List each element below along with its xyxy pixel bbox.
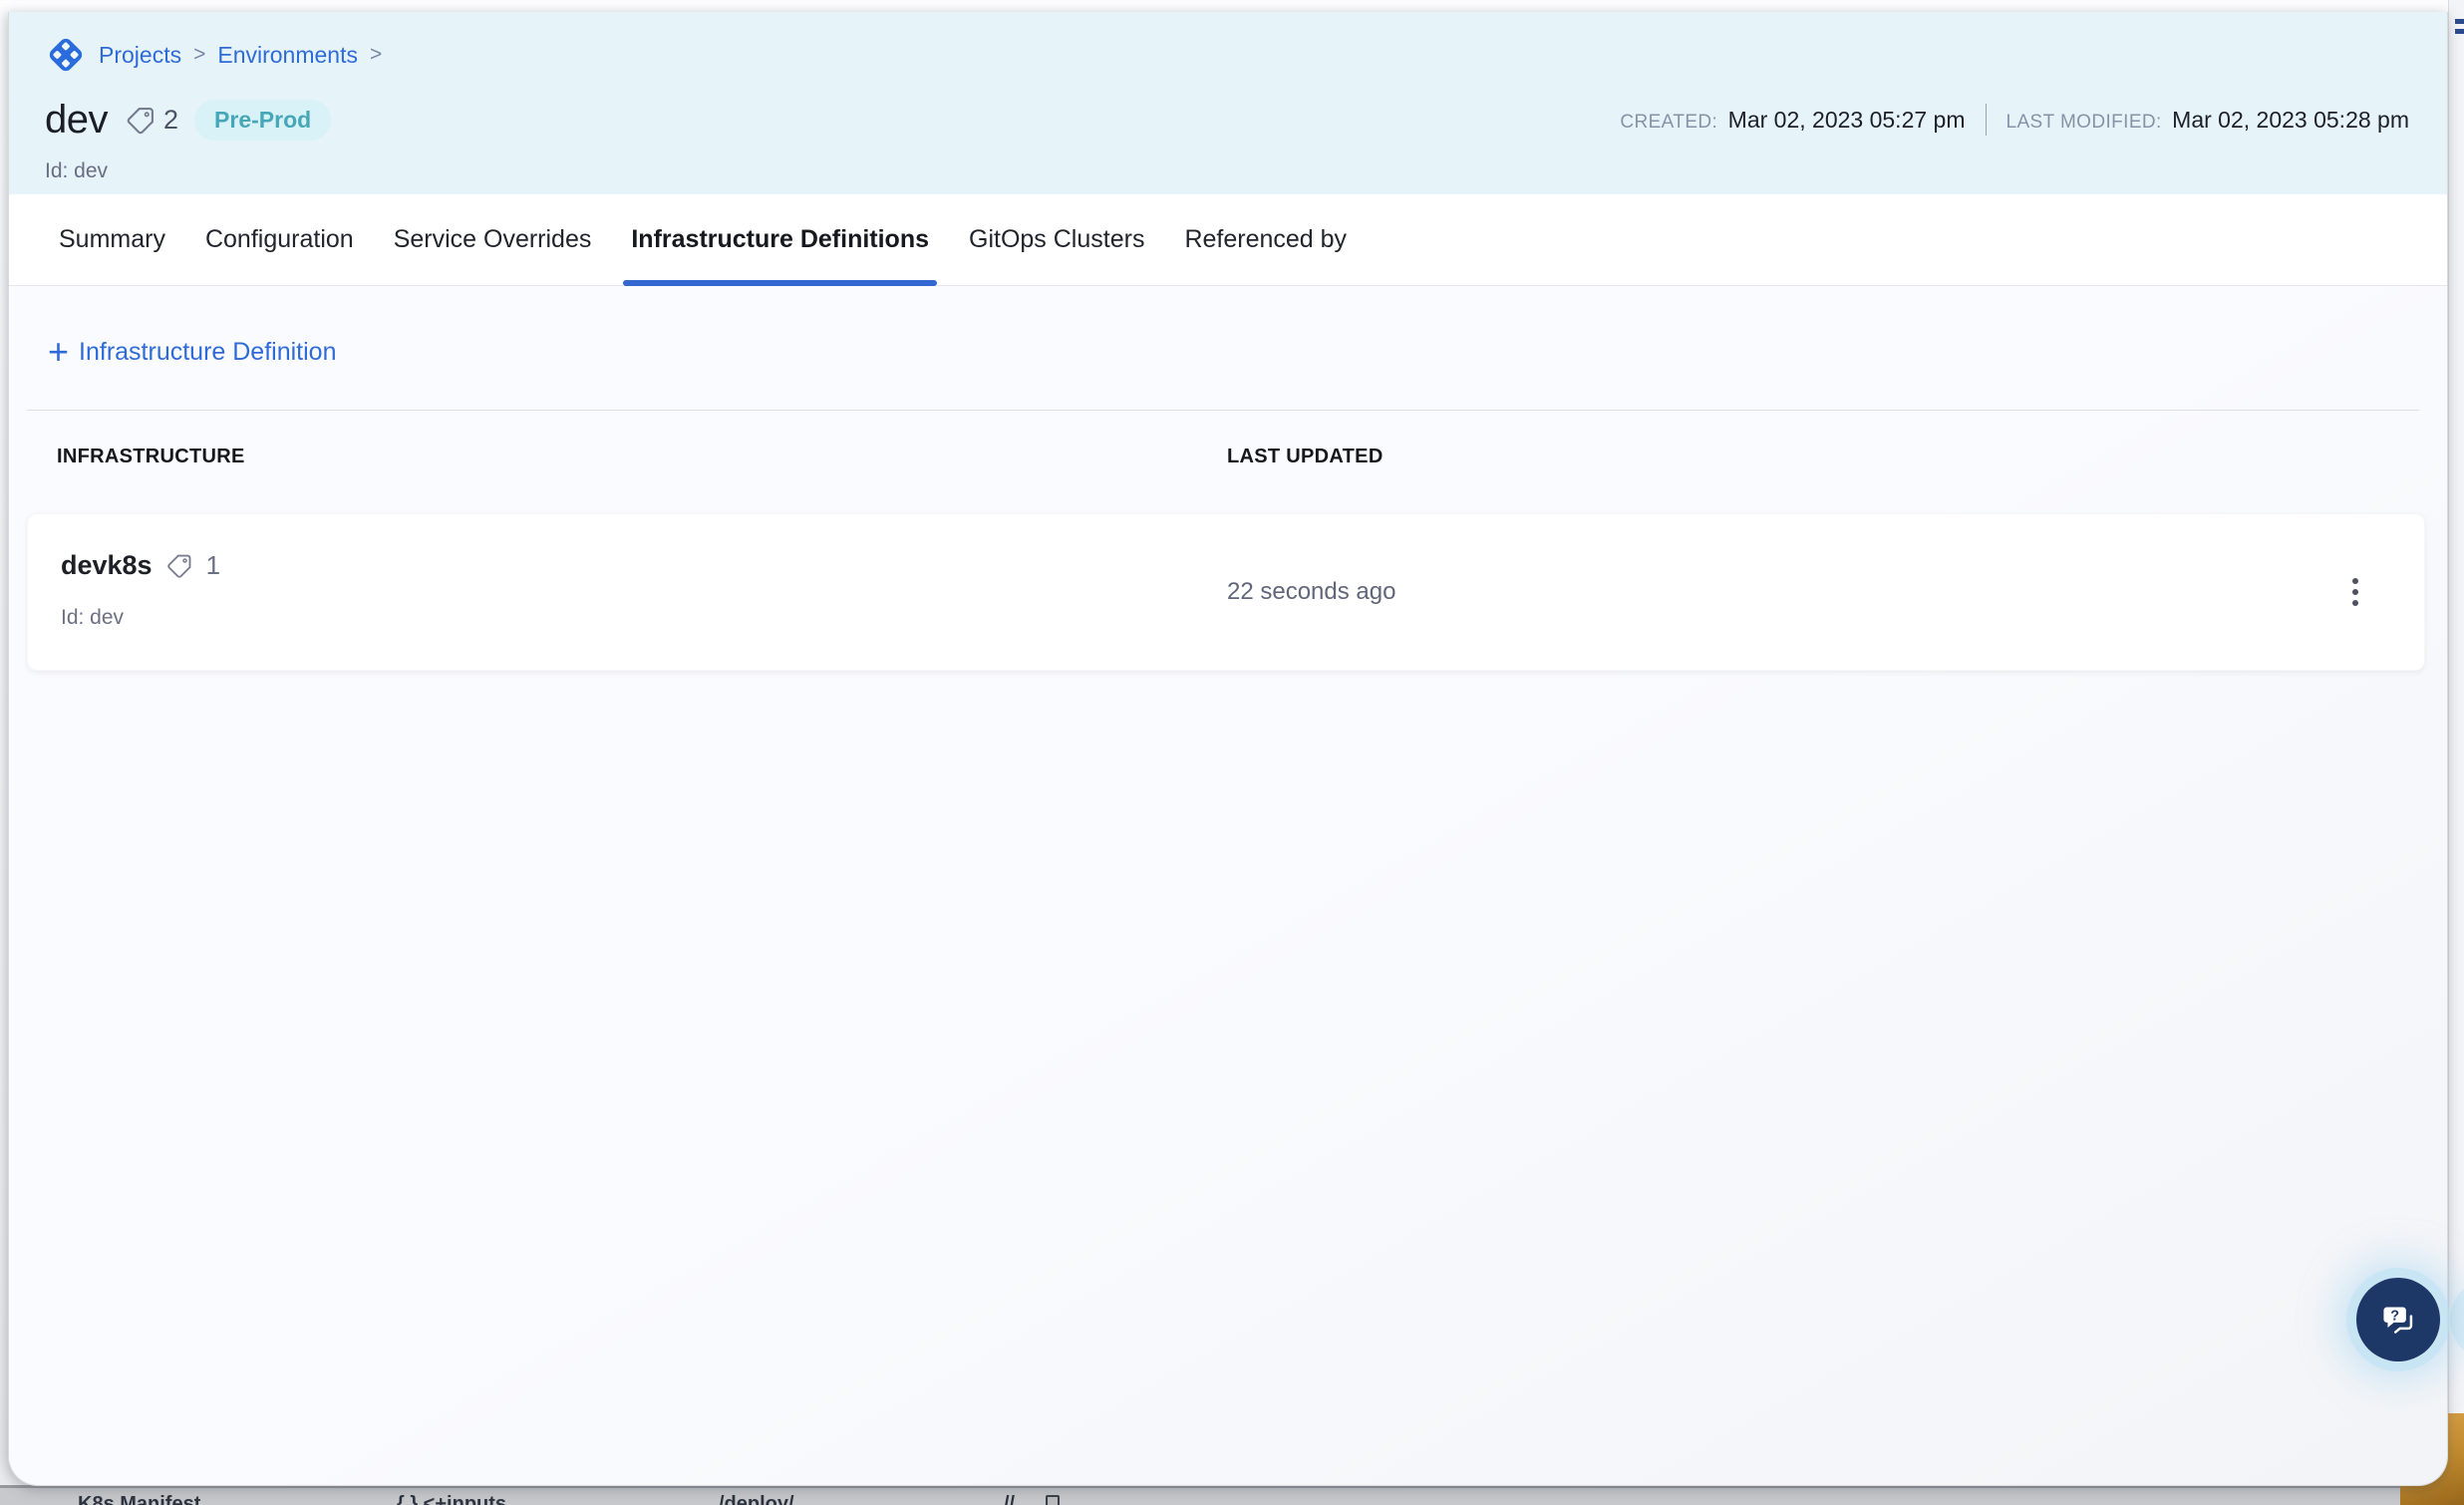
tab-infrastructure-definitions[interactable]: Infrastructure Definitions bbox=[631, 194, 929, 285]
svg-text:?: ? bbox=[2390, 1308, 2399, 1324]
kebab-dot bbox=[2352, 600, 2358, 606]
background-item-deploy: /deploy/ bbox=[719, 1493, 794, 1505]
tag-icon bbox=[124, 104, 157, 138]
app-window: Projects > Environments > dev 2 Pre-Prod… bbox=[8, 12, 2448, 1486]
last-updated-value: 22 seconds ago bbox=[1227, 578, 1395, 606]
infrastructure-id: Id: dev bbox=[61, 606, 124, 630]
breadcrumb: Projects > Environments > bbox=[45, 34, 382, 76]
add-infrastructure-definition-button[interactable]: + Infrastructure Definition bbox=[48, 334, 336, 370]
infrastructure-tag-count: 1 bbox=[206, 550, 220, 581]
background-item-inputs: { } <+inputs bbox=[397, 1493, 506, 1505]
tab-service-overrides[interactable]: Service Overrides bbox=[394, 194, 592, 285]
background-window-strip: K8s Manifest { } <+inputs /deploy/ // bbox=[0, 1485, 2422, 1505]
tab-referenced-by[interactable]: Referenced by bbox=[1184, 194, 1347, 285]
environment-tag-count: 2 bbox=[163, 105, 178, 136]
breadcrumb-environments[interactable]: Environments bbox=[217, 42, 358, 69]
table-header-row: INFRASTRUCTURE LAST UPDATED bbox=[9, 446, 2447, 475]
infrastructure-definitions-panel: + Infrastructure Definition INFRASTRUCTU… bbox=[9, 286, 2447, 1485]
edge-artifact-dash bbox=[2455, 29, 2464, 34]
environment-meta: CREATED: Mar 02, 2023 05:27 pm LAST MODI… bbox=[1620, 104, 2409, 136]
page-title: dev bbox=[45, 98, 108, 143]
file-icon bbox=[1046, 1495, 1060, 1505]
edge-artifact-dash bbox=[2455, 19, 2464, 24]
section-divider bbox=[27, 410, 2419, 411]
column-header-last-updated: LAST UPDATED bbox=[1227, 446, 1384, 468]
plus-icon: + bbox=[48, 334, 69, 370]
meta-divider bbox=[1986, 104, 1987, 136]
environment-title-row: dev 2 Pre-Prod bbox=[45, 98, 331, 143]
tab-gitops-clusters[interactable]: GitOps Clusters bbox=[969, 194, 1144, 285]
tab-configuration[interactable]: Configuration bbox=[205, 194, 354, 285]
chat-question-icon: ? bbox=[2375, 1297, 2421, 1343]
environment-type-badge: Pre-Prod bbox=[194, 100, 331, 141]
environment-header: Projects > Environments > dev 2 Pre-Prod… bbox=[9, 12, 2447, 194]
environment-tags[interactable]: 2 bbox=[124, 104, 178, 138]
tab-summary[interactable]: Summary bbox=[59, 194, 165, 285]
last-modified-value: Mar 02, 2023 05:28 pm bbox=[2172, 107, 2409, 133]
environment-id: Id: dev bbox=[45, 159, 108, 183]
environment-tabbar: Summary Configuration Service Overrides … bbox=[9, 194, 2447, 286]
kebab-dot bbox=[2352, 578, 2358, 584]
background-item-manifest: K8s Manifest bbox=[78, 1493, 200, 1505]
kebab-dot bbox=[2352, 589, 2358, 595]
column-header-infrastructure: INFRASTRUCTURE bbox=[57, 446, 245, 468]
background-window-edge bbox=[2448, 0, 2464, 1420]
created-value: Mar 02, 2023 05:27 pm bbox=[1728, 107, 1966, 133]
breadcrumb-projects[interactable]: Projects bbox=[99, 42, 181, 69]
breadcrumb-separator: > bbox=[193, 43, 205, 67]
background-item-slashes: // bbox=[1004, 1493, 1015, 1505]
infrastructure-name-row: devk8s 1 bbox=[61, 550, 220, 581]
last-modified-label: LAST MODIFIED: bbox=[2006, 112, 2162, 133]
breadcrumb-separator: > bbox=[370, 43, 382, 67]
add-infrastructure-definition-label: Infrastructure Definition bbox=[79, 338, 336, 367]
table-row-infrastructure[interactable]: devk8s 1 Id: dev 22 seconds ago bbox=[27, 513, 2425, 671]
created-label: CREATED: bbox=[1620, 112, 1717, 133]
row-options-kebab-button[interactable] bbox=[2342, 568, 2368, 616]
tag-icon bbox=[164, 551, 194, 581]
infrastructure-name: devk8s bbox=[61, 550, 153, 581]
projects-icon bbox=[45, 34, 87, 76]
help-chat-button[interactable]: ? bbox=[2356, 1278, 2440, 1361]
